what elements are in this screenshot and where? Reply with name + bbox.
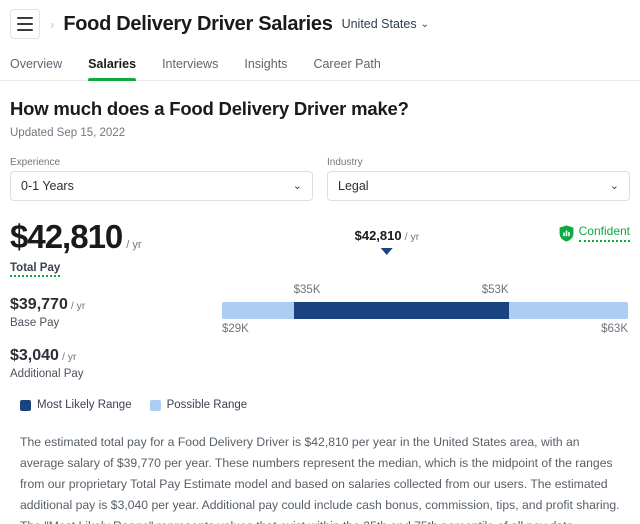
tab-label: Interviews: [162, 57, 218, 71]
description-paragraph: The estimated total pay for a Food Deliv…: [10, 432, 630, 524]
tab-overview[interactable]: Overview: [10, 57, 75, 80]
hamburger-line: [17, 17, 33, 19]
legend-swatch: [20, 400, 31, 411]
total-pay-unit: / yr: [126, 240, 141, 251]
experience-value: 0-1 Years: [21, 179, 74, 193]
tab-bar: Overview Salaries Interviews Insights Ca…: [0, 46, 640, 81]
updated-date: Updated Sep 15, 2022: [10, 127, 630, 139]
base-pay-label: Base Pay: [10, 317, 218, 329]
marker-caret-icon: [381, 248, 393, 255]
additional-pay-unit: / yr: [62, 352, 77, 363]
filter-industry: Industry Legal ⌄: [327, 157, 630, 201]
additional-pay-block: $3,040 / yr Additional Pay: [10, 348, 218, 380]
tab-career-path[interactable]: Career Path: [300, 57, 393, 80]
tab-label: Insights: [244, 57, 287, 71]
pay-chart-area: Confident $42,810 / yr $35K $53K: [218, 220, 630, 380]
chevron-down-icon: ⌄: [421, 20, 429, 30]
range-min-tick: $29K: [222, 323, 249, 335]
legend-item-possible: Possible Range: [150, 399, 248, 411]
confidence-badge[interactable]: Confident: [559, 225, 630, 242]
chevron-down-icon: ⌄: [293, 181, 302, 192]
main-content: How much does a Food Delivery Driver mak…: [0, 98, 640, 524]
outer-tick-labels: $29K $63K: [222, 323, 628, 335]
median-unit-text: / yr: [405, 231, 420, 243]
possible-range-bar: [222, 302, 628, 319]
additional-pay-value: $3,040: [10, 348, 59, 364]
industry-select[interactable]: Legal ⌄: [327, 171, 630, 201]
median-marker: $42,810 / yr: [355, 228, 420, 255]
tab-label: Salaries: [88, 57, 136, 71]
filter-label: Industry: [327, 157, 630, 168]
location-dropdown[interactable]: United States ⌄: [342, 17, 429, 31]
confidence-label: Confident: [579, 225, 630, 241]
tab-label: Overview: [10, 57, 62, 71]
median-marker-value: $42,810 / yr: [355, 228, 420, 243]
most-likely-range-bar: [294, 302, 509, 319]
breadcrumb-separator-icon: ›: [50, 18, 54, 31]
legend-swatch: [150, 400, 161, 411]
hamburger-menu-icon[interactable]: [10, 9, 40, 39]
legend-label: Most Likely Range: [37, 399, 132, 411]
experience-select[interactable]: 0-1 Years ⌄: [10, 171, 313, 201]
base-pay-amount: $39,770 / yr: [10, 297, 218, 313]
total-pay-value: $42,810: [10, 220, 122, 253]
legend-label: Possible Range: [167, 399, 248, 411]
shield-bar-chart-icon: [559, 225, 574, 242]
pay-summary-section: $42,810 / yr Total Pay $39,770 / yr Base…: [10, 220, 630, 380]
base-pay-unit: / yr: [71, 301, 86, 312]
total-pay-amount: $42,810 / yr: [10, 220, 218, 253]
base-pay-value: $39,770: [10, 297, 68, 313]
filter-label: Experience: [10, 157, 313, 168]
page-title: Food Delivery Driver Salaries: [63, 13, 332, 36]
tab-salaries[interactable]: Salaries: [75, 57, 149, 80]
hamburger-line: [17, 23, 33, 25]
page-header: › Food Delivery Driver Salaries United S…: [0, 0, 640, 46]
filter-row: Experience 0-1 Years ⌄ Industry Legal ⌄: [10, 157, 630, 201]
location-label: United States: [342, 17, 417, 31]
section-heading: How much does a Food Delivery Driver mak…: [10, 98, 630, 120]
filter-experience: Experience 0-1 Years ⌄: [10, 157, 313, 201]
industry-value: Legal: [338, 179, 369, 193]
additional-pay-label: Additional Pay: [10, 368, 218, 380]
range-max-tick: $63K: [601, 323, 628, 335]
tab-insights[interactable]: Insights: [231, 57, 300, 80]
chart-legend: Most Likely Range Possible Range: [10, 399, 630, 411]
likely-min-tick: $35K: [294, 284, 321, 296]
inner-tick-labels: $35K $53K: [222, 284, 628, 299]
legend-item-most-likely: Most Likely Range: [20, 399, 132, 411]
salary-range-chart: $42,810 / yr $35K $53K $29K $63K: [222, 284, 628, 335]
hamburger-line: [17, 29, 33, 31]
tab-label: Career Path: [313, 57, 380, 71]
likely-max-tick: $53K: [482, 284, 509, 296]
tab-interviews[interactable]: Interviews: [149, 57, 231, 80]
total-pay-label[interactable]: Total Pay: [10, 262, 60, 277]
pay-figures: $42,810 / yr Total Pay $39,770 / yr Base…: [10, 220, 218, 380]
base-pay-block: $39,770 / yr Base Pay: [10, 297, 218, 329]
median-value-text: $42,810: [355, 228, 402, 243]
chevron-down-icon: ⌄: [610, 181, 619, 192]
additional-pay-amount: $3,040 / yr: [10, 348, 218, 364]
